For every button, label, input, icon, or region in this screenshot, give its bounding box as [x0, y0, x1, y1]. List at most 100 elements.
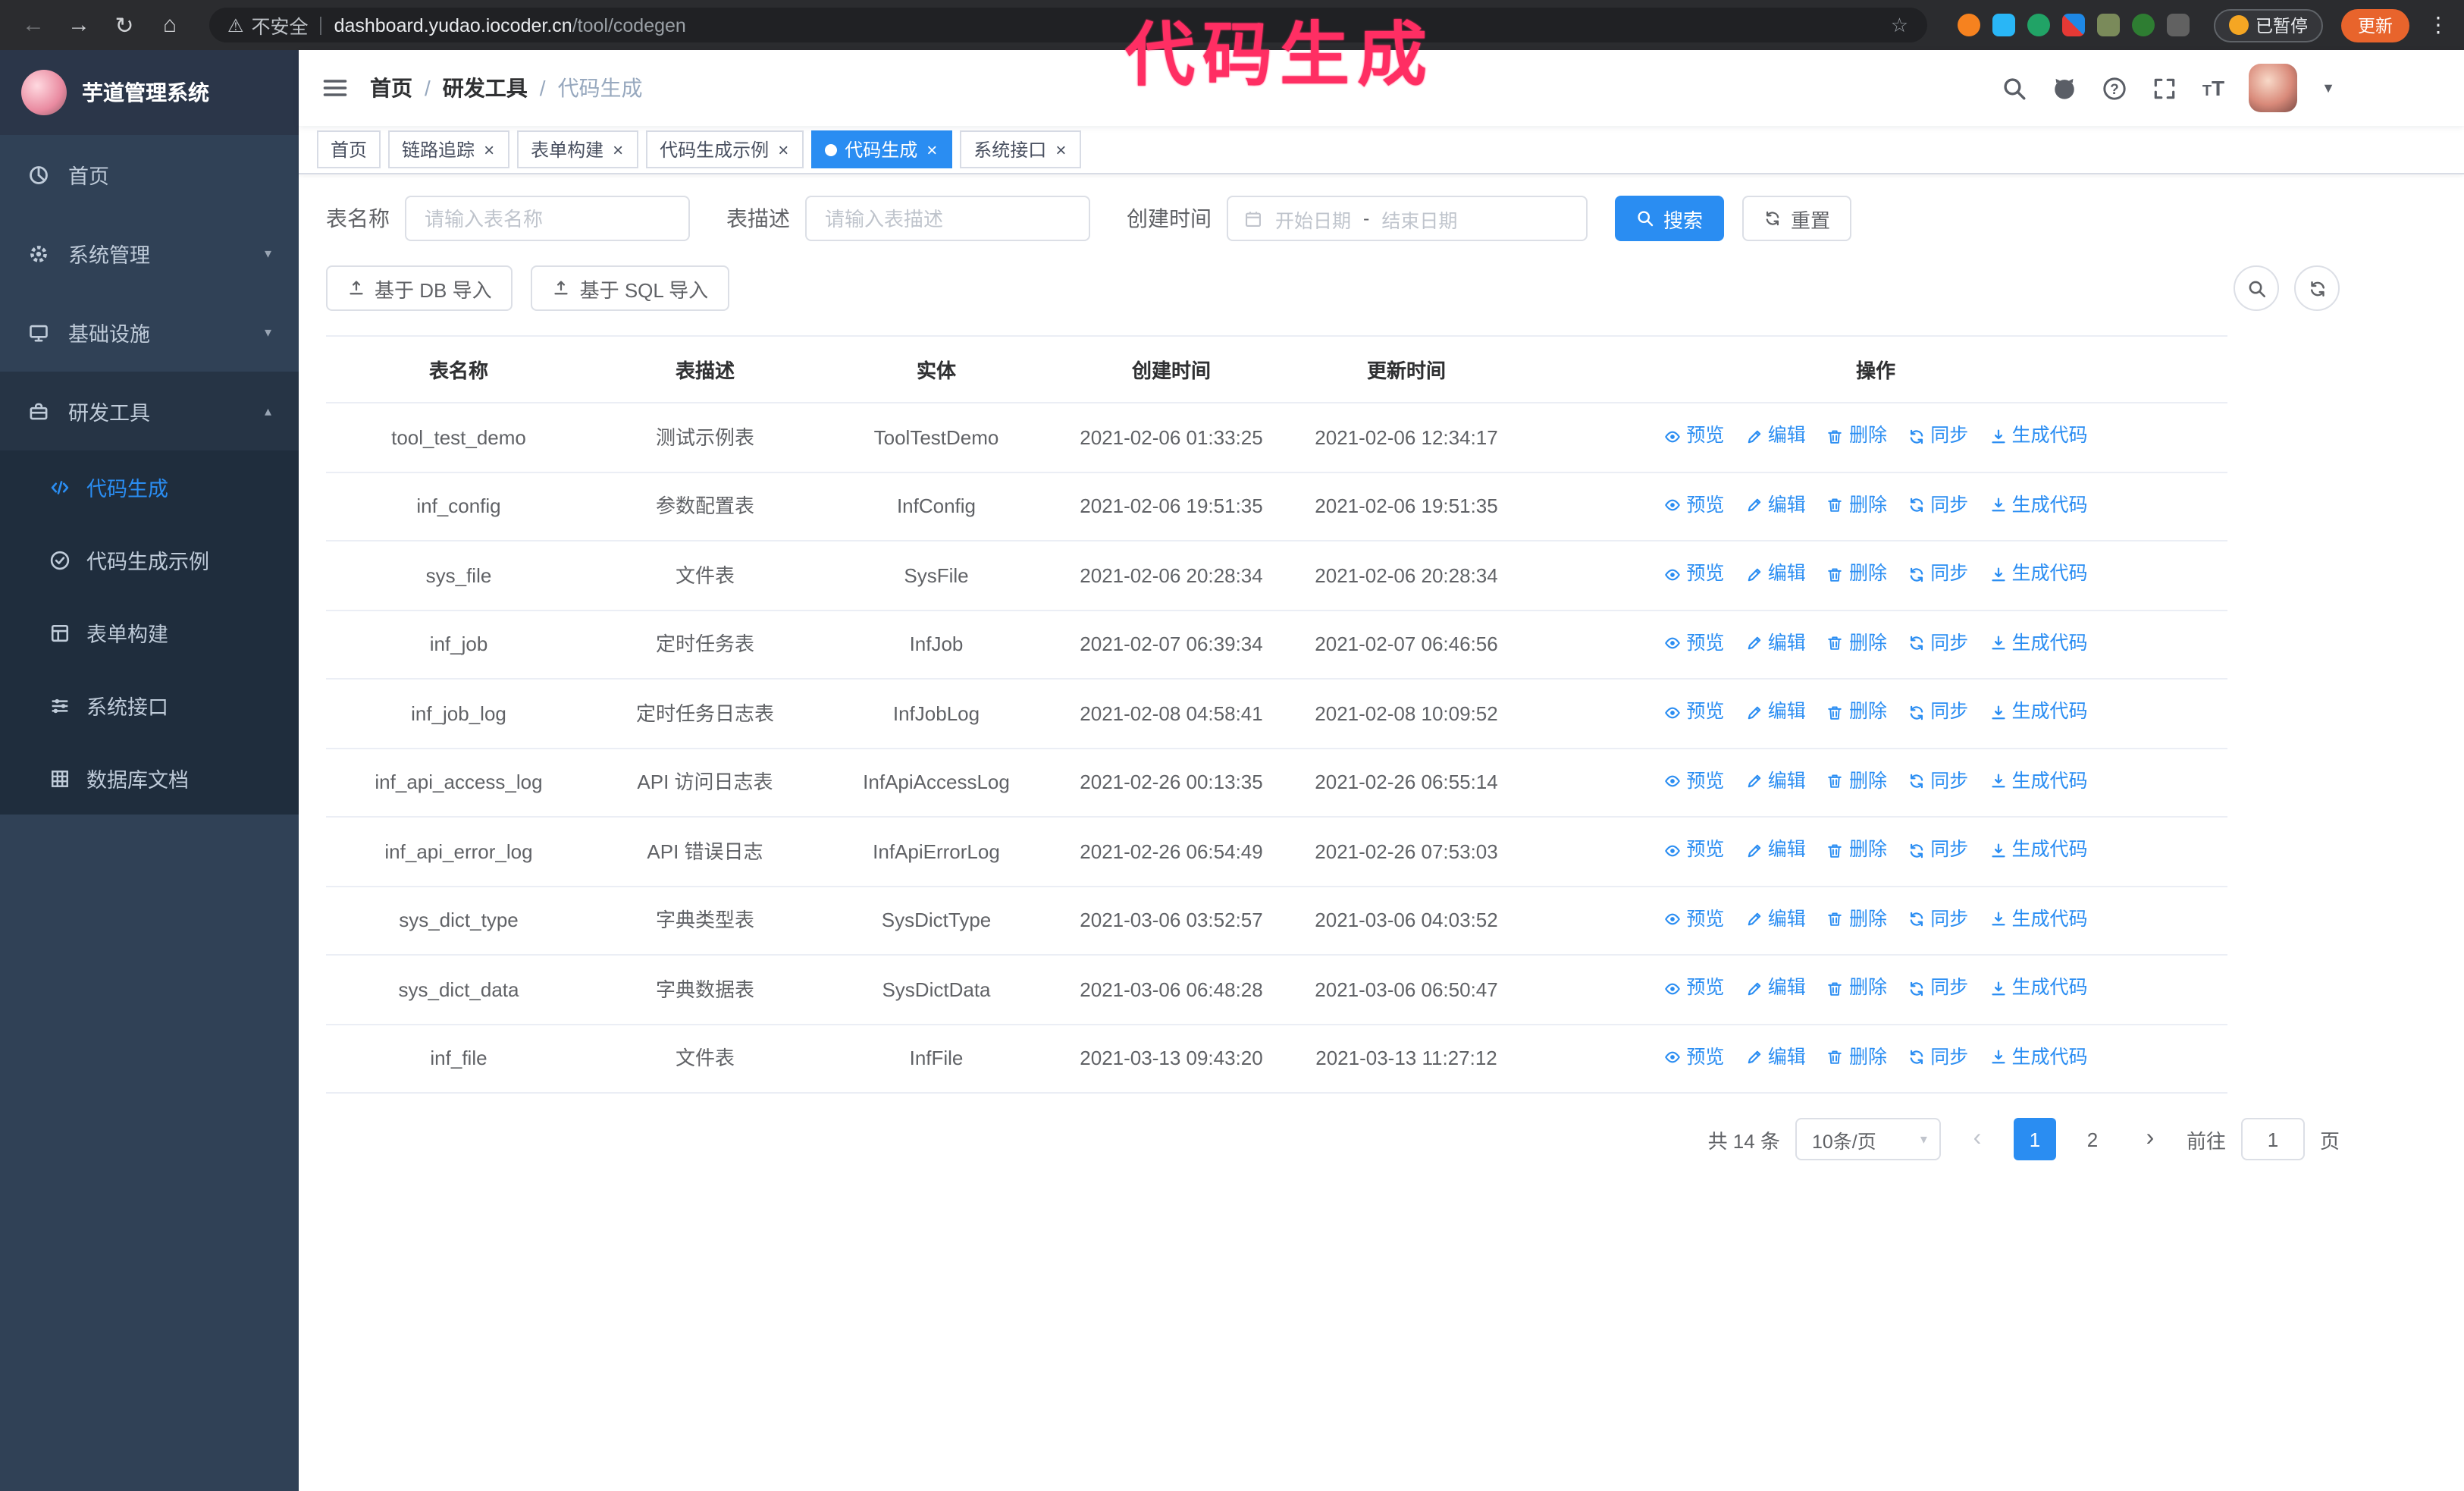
sidebar-item-database-docs[interactable]: 数据库文档 — [0, 742, 299, 815]
reset-button[interactable]: 重置 — [1742, 196, 1852, 241]
sync-link[interactable]: 同步 — [1908, 834, 1968, 866]
url-bar[interactable]: ⚠ 不安全 dashboard.yudao.iocoder.cn/tool/co… — [209, 8, 1926, 42]
refresh-table-button[interactable] — [2294, 265, 2340, 311]
delete-link[interactable]: 删除 — [1826, 696, 1887, 728]
close-icon[interactable]: × — [611, 139, 625, 160]
edit-link[interactable]: 编辑 — [1745, 627, 1806, 659]
forward-icon[interactable]: → — [61, 12, 97, 38]
delete-link[interactable]: 删除 — [1826, 972, 1887, 1004]
font-size-icon[interactable]: TT — [2202, 76, 2224, 100]
preview-link[interactable]: 预览 — [1663, 834, 1724, 866]
search-button[interactable]: 搜索 — [1615, 196, 1725, 241]
sidebar-item-codegen-example[interactable]: 代码生成示例 — [0, 523, 299, 596]
generate-code-link[interactable]: 生成代码 — [1989, 420, 2088, 452]
sidebar-item-dev-tools[interactable]: 研发工具 ▴ — [0, 372, 299, 450]
import-sql-button[interactable]: 基于 SQL 导入 — [531, 265, 730, 311]
table-name-input[interactable] — [405, 196, 690, 241]
extension-icon[interactable] — [2027, 14, 2049, 36]
sync-link[interactable]: 同步 — [1908, 765, 1968, 797]
sync-link[interactable]: 同步 — [1908, 489, 1968, 521]
edit-link[interactable]: 编辑 — [1745, 696, 1806, 728]
prev-page-button[interactable]: ‹ — [1955, 1118, 1998, 1160]
tag-system-api[interactable]: 系统接口 × — [960, 130, 1082, 168]
delete-link[interactable]: 删除 — [1826, 558, 1887, 590]
sidebar-item-form-builder[interactable]: 表单构建 — [0, 596, 299, 669]
close-icon[interactable]: × — [1054, 139, 1067, 160]
preview-link[interactable]: 预览 — [1663, 558, 1724, 590]
sidebar-item-infrastructure[interactable]: 基础设施 ▾ — [0, 293, 299, 372]
breadcrumb-dev-tools[interactable]: 研发工具 — [443, 73, 528, 103]
security-warning-icon[interactable]: ⚠ — [227, 14, 244, 36]
edit-link[interactable]: 编辑 — [1745, 903, 1806, 935]
preview-link[interactable]: 预览 — [1663, 972, 1724, 1004]
delete-link[interactable]: 删除 — [1826, 420, 1887, 452]
sidebar-item-home[interactable]: 首页 — [0, 135, 299, 214]
toggle-search-button[interactable] — [2234, 265, 2279, 311]
fullscreen-icon[interactable] — [2152, 75, 2178, 101]
page-button-2[interactable]: 2 — [2071, 1118, 2114, 1160]
docs-question-icon[interactable] — [2102, 75, 2128, 101]
page-size-select[interactable]: 10条/页 ▾ — [1795, 1118, 1941, 1160]
tag-form-builder[interactable]: 表单构建 × — [517, 130, 639, 168]
edit-link[interactable]: 编辑 — [1745, 489, 1806, 521]
paused-extension-badge[interactable]: 已暂停 — [2213, 8, 2323, 42]
sidebar-item-code-generation[interactable]: 代码生成 — [0, 450, 299, 523]
close-icon[interactable]: × — [776, 139, 790, 160]
extension-icon[interactable] — [2096, 14, 2119, 36]
delete-link[interactable]: 删除 — [1826, 903, 1887, 935]
preview-link[interactable]: 预览 — [1663, 489, 1724, 521]
sync-link[interactable]: 同步 — [1908, 558, 1968, 590]
preview-link[interactable]: 预览 — [1663, 696, 1724, 728]
tag-code-generation[interactable]: 代码生成 × — [811, 130, 953, 168]
bookmark-star-icon[interactable]: ☆ — [1891, 13, 1908, 37]
github-icon[interactable] — [2052, 75, 2078, 101]
tag-trace[interactable]: 链路追踪 × — [388, 130, 510, 168]
sidebar-item-system-management[interactable]: 系统管理 ▾ — [0, 214, 299, 293]
tag-codegen-example[interactable]: 代码生成示例 × — [646, 130, 804, 168]
extensions-puzzle-icon[interactable] — [2166, 14, 2189, 36]
generate-code-link[interactable]: 生成代码 — [1989, 627, 2088, 659]
extension-icon[interactable] — [2061, 14, 2084, 36]
import-db-button[interactable]: 基于 DB 导入 — [326, 265, 513, 311]
user-avatar[interactable] — [2249, 64, 2298, 112]
delete-link[interactable]: 删除 — [1826, 1041, 1887, 1073]
browser-update-button[interactable]: 更新 — [2341, 8, 2409, 42]
page-button-1[interactable]: 1 — [2013, 1118, 2056, 1160]
delete-link[interactable]: 删除 — [1826, 834, 1887, 866]
delete-link[interactable]: 删除 — [1826, 765, 1887, 797]
date-range-picker[interactable]: 开始日期 - 结束日期 — [1227, 196, 1588, 241]
generate-code-link[interactable]: 生成代码 — [1989, 489, 2088, 521]
preview-link[interactable]: 预览 — [1663, 903, 1724, 935]
sync-link[interactable]: 同步 — [1908, 1041, 1968, 1073]
sidebar-item-system-api[interactable]: 系统接口 — [0, 669, 299, 742]
generate-code-link[interactable]: 生成代码 — [1989, 972, 2088, 1004]
home-icon[interactable]: ⌂ — [152, 12, 188, 38]
back-icon[interactable]: ← — [15, 12, 52, 38]
sync-link[interactable]: 同步 — [1908, 972, 1968, 1004]
extension-icon[interactable] — [1992, 14, 2014, 36]
table-desc-input[interactable] — [805, 196, 1090, 241]
edit-link[interactable]: 编辑 — [1745, 558, 1806, 590]
generate-code-link[interactable]: 生成代码 — [1989, 903, 2088, 935]
sync-link[interactable]: 同步 — [1908, 627, 1968, 659]
tag-home[interactable]: 首页 — [317, 130, 381, 168]
sync-link[interactable]: 同步 — [1908, 420, 1968, 452]
generate-code-link[interactable]: 生成代码 — [1989, 696, 2088, 728]
close-icon[interactable]: × — [482, 139, 496, 160]
edit-link[interactable]: 编辑 — [1745, 420, 1806, 452]
preview-link[interactable]: 预览 — [1663, 627, 1724, 659]
hamburger-icon[interactable] — [321, 74, 349, 102]
sync-link[interactable]: 同步 — [1908, 696, 1968, 728]
delete-link[interactable]: 删除 — [1826, 627, 1887, 659]
extension-icon[interactable] — [2131, 14, 2154, 36]
edit-link[interactable]: 编辑 — [1745, 834, 1806, 866]
preview-link[interactable]: 预览 — [1663, 420, 1724, 452]
edit-link[interactable]: 编辑 — [1745, 765, 1806, 797]
sync-link[interactable]: 同步 — [1908, 903, 1968, 935]
extension-icon[interactable] — [1957, 14, 1980, 36]
preview-link[interactable]: 预览 — [1663, 1041, 1724, 1073]
generate-code-link[interactable]: 生成代码 — [1989, 558, 2088, 590]
next-page-button[interactable]: › — [2128, 1118, 2171, 1160]
generate-code-link[interactable]: 生成代码 — [1989, 1041, 2088, 1073]
sidebar-logo[interactable]: 芋道管理系统 — [0, 50, 299, 135]
